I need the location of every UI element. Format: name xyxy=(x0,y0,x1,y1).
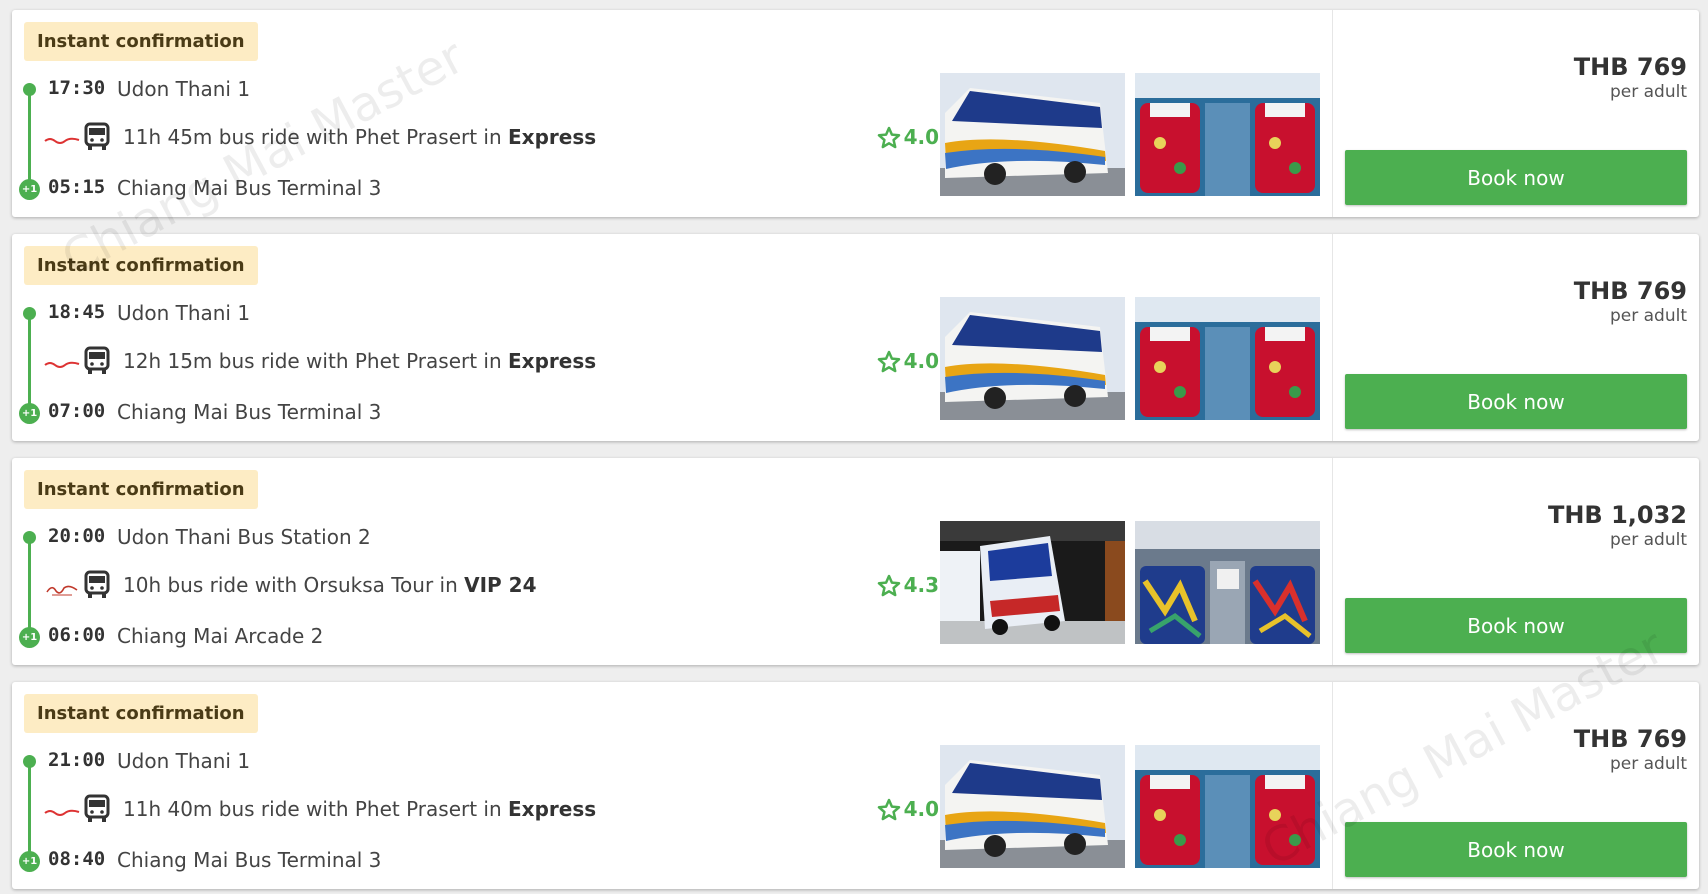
price-panel: THB 769 per adult Book now xyxy=(1332,682,1699,889)
instant-confirmation-badge: Instant confirmation xyxy=(24,470,258,509)
rating: 4.3 xyxy=(877,573,939,597)
bus-exterior-photo[interactable] xyxy=(940,745,1125,868)
trip-details: Instant confirmation +1 18:45 Udon Thani… xyxy=(12,234,1332,441)
departure-place: Udon Thani 1 xyxy=(117,77,251,101)
bus-interior-photo[interactable] xyxy=(1135,73,1320,196)
price: THB 1,032 xyxy=(1547,501,1687,529)
arrival-time: 05:15 xyxy=(48,176,106,198)
bus-icon xyxy=(84,122,110,150)
day-offset-dot: +1 xyxy=(19,627,40,648)
price: THB 769 xyxy=(1573,53,1687,81)
ride-text: 11h 45m bus ride with Phet Prasert in xyxy=(123,125,509,149)
rating: 4.0 xyxy=(877,349,939,373)
departure-time: 21:00 xyxy=(48,749,106,771)
bus-class: VIP 24 xyxy=(464,573,537,597)
price-unit: per adult xyxy=(1609,530,1687,550)
star-icon xyxy=(877,574,900,596)
bus-exterior-photo[interactable] xyxy=(940,521,1125,644)
price: THB 769 xyxy=(1573,725,1687,753)
book-now-button[interactable]: Book now xyxy=(1345,598,1687,653)
bus-interior-photo[interactable] xyxy=(1135,297,1320,420)
arrival-time: 06:00 xyxy=(48,624,106,646)
departure-place: Udon Thani 1 xyxy=(117,301,251,325)
bus-icon xyxy=(84,794,110,822)
day-offset-dot: +1 xyxy=(19,403,40,424)
arrival-place: Chiang Mai Bus Terminal 3 xyxy=(117,176,382,200)
departure-dot xyxy=(23,307,36,320)
departure-time: 18:45 xyxy=(48,301,106,323)
star-icon xyxy=(877,126,900,148)
instant-confirmation-badge: Instant confirmation xyxy=(24,22,258,61)
operator-logo xyxy=(44,807,80,819)
trip-card[interactable]: Instant confirmation +1 20:00 Udon Thani… xyxy=(12,458,1699,665)
star-icon xyxy=(877,798,900,820)
trip-details: Instant confirmation +1 17:30 Udon Thani… xyxy=(12,10,1332,217)
star-icon xyxy=(877,350,900,372)
trip-details: Instant confirmation +1 20:00 Udon Thani… xyxy=(12,458,1332,665)
arrival-place: Chiang Mai Bus Terminal 3 xyxy=(117,400,382,424)
departure-time: 20:00 xyxy=(48,525,106,547)
departure-time: 17:30 xyxy=(48,77,106,99)
ride-description: 11h 40m bus ride with Phet Prasert in Ex… xyxy=(123,797,596,821)
price-unit: per adult xyxy=(1609,306,1687,326)
operator-logo xyxy=(44,135,80,147)
trip-card[interactable]: Instant confirmation +1 18:45 Udon Thani… xyxy=(12,234,1699,441)
departure-place: Udon Thani 1 xyxy=(117,749,251,773)
departure-dot xyxy=(23,531,36,544)
arrival-time: 08:40 xyxy=(48,848,106,870)
departure-dot xyxy=(23,755,36,768)
trip-list: Instant confirmation +1 17:30 Udon Thani… xyxy=(12,10,1699,894)
bus-interior-photo[interactable] xyxy=(1135,521,1320,644)
bus-icon xyxy=(84,570,110,598)
ride-text: 10h bus ride with Orsuksa Tour in xyxy=(123,573,465,597)
price-panel: THB 769 per adult Book now xyxy=(1332,10,1699,217)
timeline-line xyxy=(28,760,31,860)
bus-class: Express xyxy=(508,797,597,821)
day-offset-dot: +1 xyxy=(19,851,40,872)
trip-details: Instant confirmation +1 21:00 Udon Thani… xyxy=(12,682,1332,889)
trip-card[interactable]: Instant confirmation +1 17:30 Udon Thani… xyxy=(12,10,1699,217)
book-now-button[interactable]: Book now xyxy=(1345,374,1687,429)
price-panel: THB 1,032 per adult Book now xyxy=(1332,458,1699,665)
timeline-line xyxy=(28,312,31,412)
operator-logo xyxy=(44,359,80,371)
day-offset-dot: +1 xyxy=(19,179,40,200)
ride-description: 10h bus ride with Orsuksa Tour in VIP 24 xyxy=(123,573,537,597)
price: THB 769 xyxy=(1573,277,1687,305)
bus-class: Express xyxy=(508,125,597,149)
departure-dot xyxy=(23,83,36,96)
rating-value: 4.0 xyxy=(903,797,939,821)
bus-interior-photo[interactable] xyxy=(1135,745,1320,868)
operator-logo xyxy=(44,583,80,599)
arrival-place: Chiang Mai Bus Terminal 3 xyxy=(117,848,382,872)
price-unit: per adult xyxy=(1609,754,1687,774)
bus-exterior-photo[interactable] xyxy=(940,73,1125,196)
instant-confirmation-badge: Instant confirmation xyxy=(24,246,258,285)
arrival-time: 07:00 xyxy=(48,400,106,422)
arrival-place: Chiang Mai Arcade 2 xyxy=(117,624,324,648)
timeline-line xyxy=(28,88,31,188)
trip-card[interactable]: Instant confirmation +1 21:00 Udon Thani… xyxy=(12,682,1699,889)
bus-exterior-photo[interactable] xyxy=(940,297,1125,420)
ride-text: 11h 40m bus ride with Phet Prasert in xyxy=(123,797,509,821)
timeline-line xyxy=(28,536,31,636)
book-now-button[interactable]: Book now xyxy=(1345,150,1687,205)
rating-value: 4.0 xyxy=(903,349,939,373)
bus-class: Express xyxy=(508,349,597,373)
rating: 4.0 xyxy=(877,797,939,821)
rating-value: 4.3 xyxy=(903,573,939,597)
departure-place: Udon Thani Bus Station 2 xyxy=(117,525,371,549)
rating: 4.0 xyxy=(877,125,939,149)
instant-confirmation-badge: Instant confirmation xyxy=(24,694,258,733)
rating-value: 4.0 xyxy=(903,125,939,149)
price-unit: per adult xyxy=(1609,82,1687,102)
book-now-button[interactable]: Book now xyxy=(1345,822,1687,877)
bus-icon xyxy=(84,346,110,374)
ride-description: 12h 15m bus ride with Phet Prasert in Ex… xyxy=(123,349,596,373)
price-panel: THB 769 per adult Book now xyxy=(1332,234,1699,441)
ride-text: 12h 15m bus ride with Phet Prasert in xyxy=(123,349,509,373)
ride-description: 11h 45m bus ride with Phet Prasert in Ex… xyxy=(123,125,596,149)
